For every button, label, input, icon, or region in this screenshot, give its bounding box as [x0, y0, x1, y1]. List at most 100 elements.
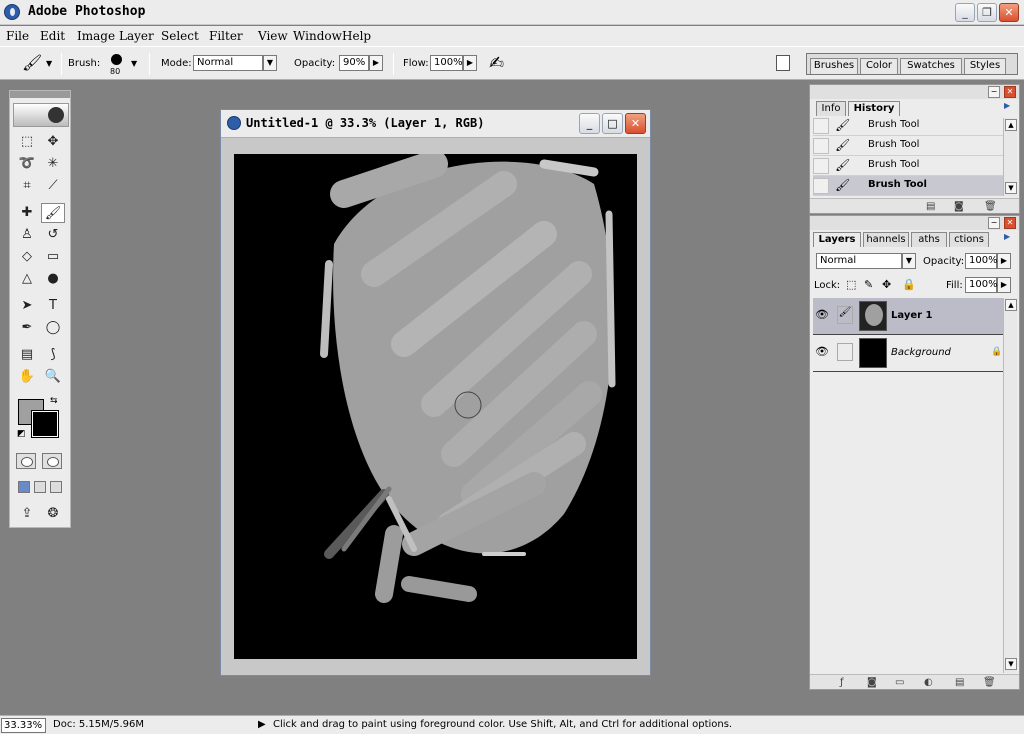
eyedropper-tool-icon[interactable]: ⟆ — [41, 345, 65, 365]
tab-history[interactable]: History — [848, 101, 900, 116]
marquee-tool-icon[interactable]: ⬚ — [15, 132, 39, 152]
well-tab-styles[interactable]: Styles — [964, 58, 1006, 74]
layers-close-button[interactable]: ✕ — [1004, 217, 1016, 229]
mode-dropdown-arrow[interactable]: ▼ — [263, 55, 277, 71]
layer-opacity-input[interactable]: 100% — [965, 253, 998, 269]
gradient-tool-icon[interactable]: ▭ — [41, 247, 65, 267]
history-source-checkbox[interactable] — [813, 118, 829, 134]
history-state[interactable]: 🖌 Brush Tool — [813, 136, 1003, 156]
visibility-eye-icon[interactable]: 👁 — [815, 308, 833, 324]
layers-minimize-button[interactable]: − — [988, 217, 1000, 229]
type-tool-icon[interactable]: T — [41, 296, 65, 316]
scroll-up-icon[interactable]: ▲ — [1005, 119, 1017, 131]
flow-input[interactable]: 100% — [430, 55, 463, 71]
layer-opacity-slider-arrow[interactable]: ▶ — [997, 253, 1011, 269]
tab-channels[interactable]: hannels — [863, 232, 909, 247]
standard-screen-mode-icon[interactable] — [18, 481, 30, 493]
doc-close-button[interactable]: ✕ — [625, 113, 646, 134]
menu-filter[interactable]: Filter — [209, 29, 243, 43]
brush-dropdown-arrow[interactable]: ▼ — [131, 59, 137, 68]
history-brush-tool-icon[interactable]: ↺ — [41, 225, 65, 245]
image-canvas[interactable] — [234, 154, 637, 659]
jump-to-imageready-icon[interactable]: ⇪ — [15, 504, 39, 524]
minimize-button[interactable]: _ — [955, 3, 975, 22]
blend-mode-select[interactable]: Normal — [816, 253, 902, 269]
history-state[interactable]: 🖌 Brush Tool — [813, 156, 1003, 176]
layers-scrollbar[interactable]: ▲ ▼ — [1003, 298, 1017, 673]
layers-menu-arrow-icon[interactable]: ▶ — [1004, 232, 1016, 244]
trash-icon[interactable]: 🗑 — [984, 201, 997, 212]
blend-mode-dropdown-arrow[interactable]: ▼ — [902, 253, 916, 269]
well-tab-brushes[interactable]: Brushes — [810, 58, 858, 74]
status-menu-arrow-icon[interactable]: ▶ — [258, 719, 266, 730]
layer-row[interactable]: 👁 🖌 Layer 1 — [813, 298, 1003, 335]
quick-mask-mode-button[interactable] — [42, 453, 62, 469]
well-tab-swatches[interactable]: Swatches — [900, 58, 962, 74]
lock-all-icon[interactable]: 🔒 — [902, 278, 916, 291]
well-tab-color[interactable]: Color — [860, 58, 898, 74]
layer-brush-link-icon[interactable]: 🖌 — [837, 306, 853, 324]
history-menu-arrow-icon[interactable]: ▶ — [1004, 101, 1016, 113]
tab-actions[interactable]: ctions — [949, 232, 989, 247]
toolbox-drag-bar[interactable] — [10, 91, 70, 98]
clone-stamp-tool-icon[interactable]: ♙ — [15, 225, 39, 245]
close-button[interactable]: ✕ — [999, 3, 1019, 22]
opacity-slider-arrow[interactable]: ▶ — [369, 55, 383, 71]
menu-window[interactable]: Window — [293, 29, 342, 43]
document-title-bar[interactable]: Untitled-1 @ 33.3% (Layer 1, RGB) _ □ ✕ — [221, 110, 650, 138]
document-size-info[interactable]: Doc: 5.15M/5.96M — [53, 719, 144, 730]
lock-pixels-icon[interactable]: ✎ — [864, 278, 873, 291]
flow-slider-arrow[interactable]: ▶ — [463, 55, 477, 71]
layer-link-box[interactable] — [837, 343, 853, 361]
menu-image[interactable]: Image — [77, 29, 115, 43]
hand-tool-icon[interactable]: ✋ — [15, 367, 39, 387]
menu-view[interactable]: View — [258, 29, 288, 43]
new-document-from-state-icon[interactable]: ▤ — [926, 201, 935, 212]
layer-style-icon[interactable]: ƒ — [840, 677, 844, 688]
mode-select[interactable]: Normal — [193, 55, 263, 71]
dodge-tool-icon[interactable]: ● — [41, 269, 65, 289]
layers-palette-header[interactable]: − ✕ — [810, 216, 1019, 230]
tab-layers[interactable]: Layers — [813, 232, 861, 247]
preset-dropdown-arrow[interactable]: ▼ — [46, 59, 52, 68]
history-palette-header[interactable]: − ✕ — [810, 85, 1019, 99]
menu-layer[interactable]: Layer — [119, 29, 154, 43]
adjustment-layer-icon[interactable]: ◐ — [924, 677, 933, 688]
brush-tool-icon[interactable]: 🖌 — [41, 203, 65, 223]
layer-row[interactable]: 👁 Background 🔒 — [813, 335, 1003, 372]
history-close-button[interactable]: ✕ — [1004, 86, 1016, 98]
full-screen-menu-mode-icon[interactable] — [34, 481, 46, 493]
file-browser-icon[interactable] — [776, 55, 790, 71]
doc-maximize-button[interactable]: □ — [602, 113, 623, 134]
swap-colors-icon[interactable]: ⇆ — [50, 396, 58, 406]
move-tool-icon[interactable]: ✥ — [41, 132, 65, 152]
healing-brush-tool-icon[interactable]: ✚ — [15, 203, 39, 223]
magic-wand-tool-icon[interactable]: ✳ — [41, 154, 65, 174]
imageready-icon[interactable]: ❂ — [41, 504, 65, 524]
slice-tool-icon[interactable]: ⟋ — [41, 176, 65, 196]
lasso-tool-icon[interactable]: ➰ — [15, 154, 39, 174]
history-source-checkbox[interactable] — [813, 158, 829, 174]
tab-info[interactable]: Info — [816, 101, 846, 116]
trash-icon[interactable]: 🗑 — [983, 677, 996, 688]
tab-paths[interactable]: aths — [911, 232, 947, 247]
full-screen-mode-icon[interactable] — [50, 481, 62, 493]
path-selection-tool-icon[interactable]: ➤ — [15, 296, 39, 316]
pen-tool-icon[interactable]: ✒ — [15, 318, 39, 338]
restore-button[interactable]: ❐ — [977, 3, 997, 22]
scroll-down-icon[interactable]: ▼ — [1005, 658, 1017, 670]
menu-edit[interactable]: Edit — [40, 29, 65, 43]
zoom-level-field[interactable]: 33.33% — [1, 718, 46, 733]
blur-tool-icon[interactable]: △ — [15, 269, 39, 289]
new-layer-set-icon[interactable]: ▭ — [895, 677, 904, 688]
snapshot-icon[interactable]: ◙ — [954, 201, 964, 212]
crop-tool-icon[interactable]: ⌗ — [15, 176, 39, 196]
brush-tool-preset-icon[interactable]: 🖌 — [22, 53, 42, 72]
notes-tool-icon[interactable]: ▤ — [15, 345, 39, 365]
fill-input[interactable]: 100% — [965, 277, 998, 293]
standard-mode-button[interactable] — [16, 453, 36, 469]
scroll-down-icon[interactable]: ▼ — [1005, 182, 1017, 194]
history-state[interactable]: 🖌 Brush Tool — [813, 116, 1003, 136]
lock-transparency-icon[interactable]: ⬚ — [846, 278, 856, 291]
new-layer-icon[interactable]: ▤ — [955, 677, 964, 688]
